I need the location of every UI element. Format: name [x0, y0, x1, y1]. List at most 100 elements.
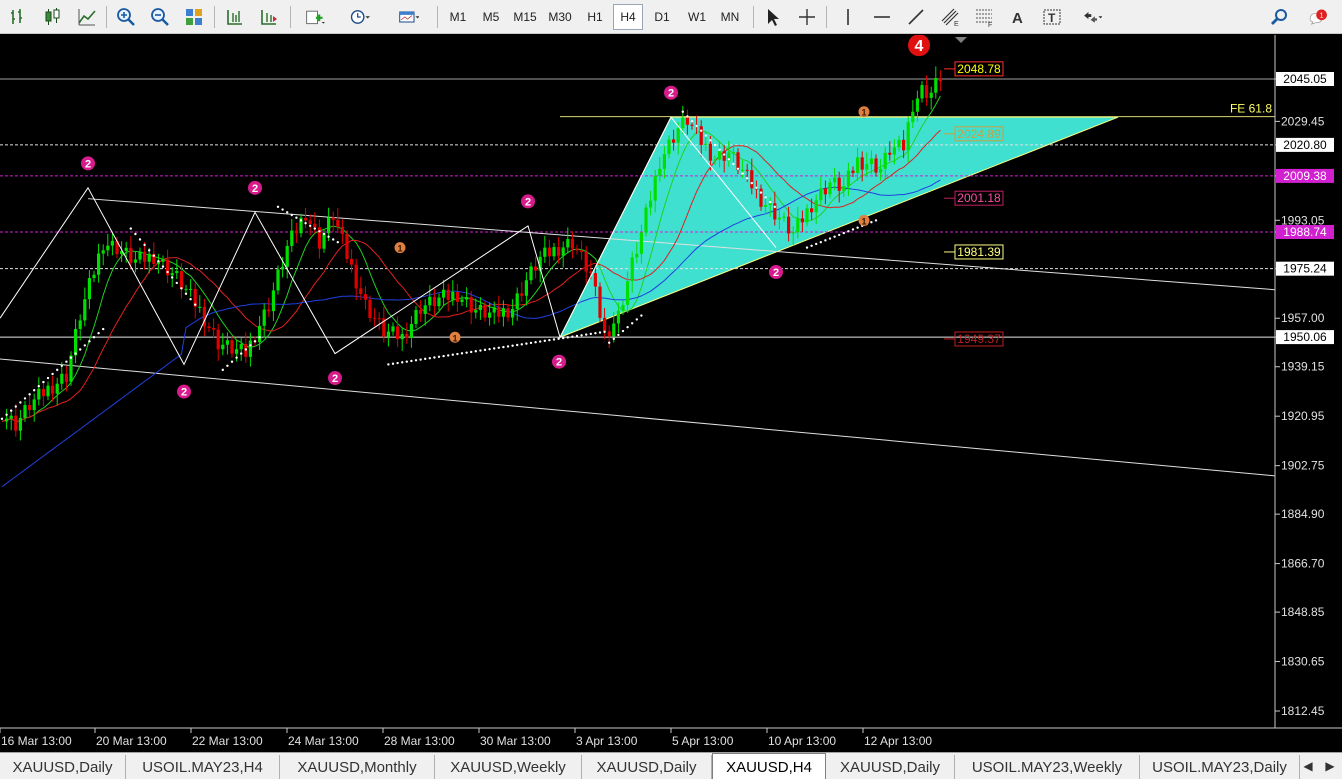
candle-body	[842, 186, 846, 191]
cursor-icon[interactable]	[760, 4, 786, 30]
candlestick-icon[interactable]	[40, 4, 66, 30]
timeframe-d1[interactable]: D1	[647, 4, 677, 30]
bar-chart-icon[interactable]	[6, 4, 32, 30]
timeframe-m15[interactable]: M15	[510, 4, 540, 30]
sar-dot	[171, 276, 174, 279]
timeframe-w1[interactable]: W1	[682, 4, 712, 30]
candle-body	[713, 159, 717, 161]
equidistant-channel-icon[interactable]: E	[937, 4, 963, 30]
text-label-icon[interactable]: T	[1039, 4, 1065, 30]
templates-icon[interactable]	[390, 4, 428, 30]
candle-body	[405, 334, 409, 338]
candle-body	[340, 226, 344, 235]
candle-body	[759, 188, 763, 207]
candle-body	[492, 307, 496, 313]
time-tick-label: 10 Apr 13:00	[768, 734, 836, 748]
crosshair-icon[interactable]	[794, 4, 820, 30]
candle-body	[768, 203, 772, 206]
candle-body	[920, 85, 924, 99]
vertical-line-icon[interactable]	[835, 4, 861, 30]
periods-icon[interactable]	[342, 4, 378, 30]
candle-body	[566, 239, 570, 248]
chart-tab[interactable]: USOIL.MAY23,Daily	[1140, 755, 1300, 779]
price-label: 2009.38	[1283, 169, 1327, 183]
sar-dot	[253, 340, 257, 343]
zigzag-marker-label: 2	[252, 183, 258, 195]
chart-shift-icon[interactable]	[222, 4, 248, 30]
sar-dot	[152, 254, 155, 257]
notifications-icon[interactable]: 1	[1302, 4, 1334, 30]
chart-tab[interactable]: XAUUSD,H4	[712, 753, 826, 779]
chart-tab[interactable]: USOIL.MAY23,H4	[126, 755, 280, 779]
tab-scroll-left-icon[interactable]: ◀	[1300, 757, 1316, 775]
trendline-icon[interactable]	[903, 4, 929, 30]
candle-body	[929, 92, 933, 98]
price-chart[interactable]: FE 61.8 2 2 2 2 2 2 2 2 1 1 1 1 4 2045.05 2029.45 2020…	[0, 35, 1342, 752]
candle-body	[612, 323, 616, 337]
line-chart-icon[interactable]	[74, 4, 100, 30]
sar-dot	[410, 359, 413, 363]
chart-tab[interactable]: XAUUSD,Monthly	[280, 755, 435, 779]
fibonacci-icon[interactable]: F	[971, 4, 997, 30]
zoom-in-icon[interactable]	[113, 4, 139, 30]
candle-body	[350, 259, 354, 265]
candle-body	[41, 388, 45, 397]
timeframe-h1[interactable]: H1	[580, 4, 610, 30]
candle-body	[488, 312, 492, 318]
candle-body	[414, 309, 418, 324]
sar-dot	[497, 346, 500, 349]
chart-tab[interactable]: XAUUSD,Daily	[826, 755, 955, 779]
timeframe-m1[interactable]: M1	[443, 4, 473, 30]
new-order-icon[interactable]	[298, 4, 332, 30]
candle-body	[51, 385, 55, 394]
sar-dot	[695, 124, 698, 128]
chart-tab[interactable]: XAUUSD,Weekly	[435, 755, 582, 779]
sar-dot	[56, 368, 59, 372]
candle-body	[336, 219, 340, 227]
zigzag-marker-label: 2	[525, 196, 531, 208]
candle-body	[143, 251, 147, 262]
sar-dot	[295, 216, 298, 219]
chart-tab[interactable]: XAUUSD,Daily	[582, 755, 712, 779]
time-tick-label: 20 Mar 13:00	[96, 734, 167, 748]
chart-shift-marker-icon[interactable]	[955, 37, 967, 43]
svg-text:A: A	[1012, 10, 1023, 27]
sar-dot	[180, 287, 183, 290]
arrows-icon[interactable]	[1073, 4, 1111, 30]
candle-body	[101, 250, 105, 254]
candle-body	[216, 329, 220, 350]
fractal-marker-label: 1	[452, 333, 457, 343]
candle-body	[373, 317, 377, 319]
sar-dot	[79, 348, 82, 351]
sar-dot	[83, 344, 87, 347]
chart-tab[interactable]: USOIL.MAY23,Weekly	[955, 755, 1140, 779]
sar-dot	[60, 364, 63, 367]
sar-dot	[690, 120, 694, 123]
timeframe-m5[interactable]: M5	[476, 4, 506, 30]
timeframe-mn[interactable]: MN	[715, 4, 745, 30]
horizontal-line-icon[interactable]	[869, 4, 895, 30]
candle-body	[506, 308, 510, 318]
candle-body	[745, 169, 749, 171]
zoom-out-icon[interactable]	[147, 4, 173, 30]
candle-body	[78, 320, 82, 329]
sar-dot	[833, 235, 836, 238]
text-icon[interactable]: A	[1005, 4, 1031, 30]
tab-scroll-right-icon[interactable]: ▶	[1322, 757, 1338, 775]
price-tick-label: 1939.15	[1281, 360, 1325, 374]
autoscroll-icon[interactable]	[256, 4, 282, 30]
candle-body	[626, 281, 630, 305]
candle-body	[639, 232, 643, 254]
tile-windows-icon[interactable]	[181, 4, 207, 30]
timeframe-h4[interactable]: H4	[613, 4, 643, 30]
candle-body	[787, 216, 791, 234]
candle-body	[198, 306, 202, 308]
candle-body	[230, 340, 234, 354]
candle-body	[879, 168, 883, 173]
sar-dot	[148, 249, 151, 252]
timeframe-m30[interactable]: M30	[545, 4, 575, 30]
candle-body	[685, 117, 689, 125]
candle-body	[32, 399, 36, 411]
chart-tab[interactable]: XAUUSD,Daily	[0, 755, 126, 779]
search-icon[interactable]	[1266, 4, 1292, 30]
